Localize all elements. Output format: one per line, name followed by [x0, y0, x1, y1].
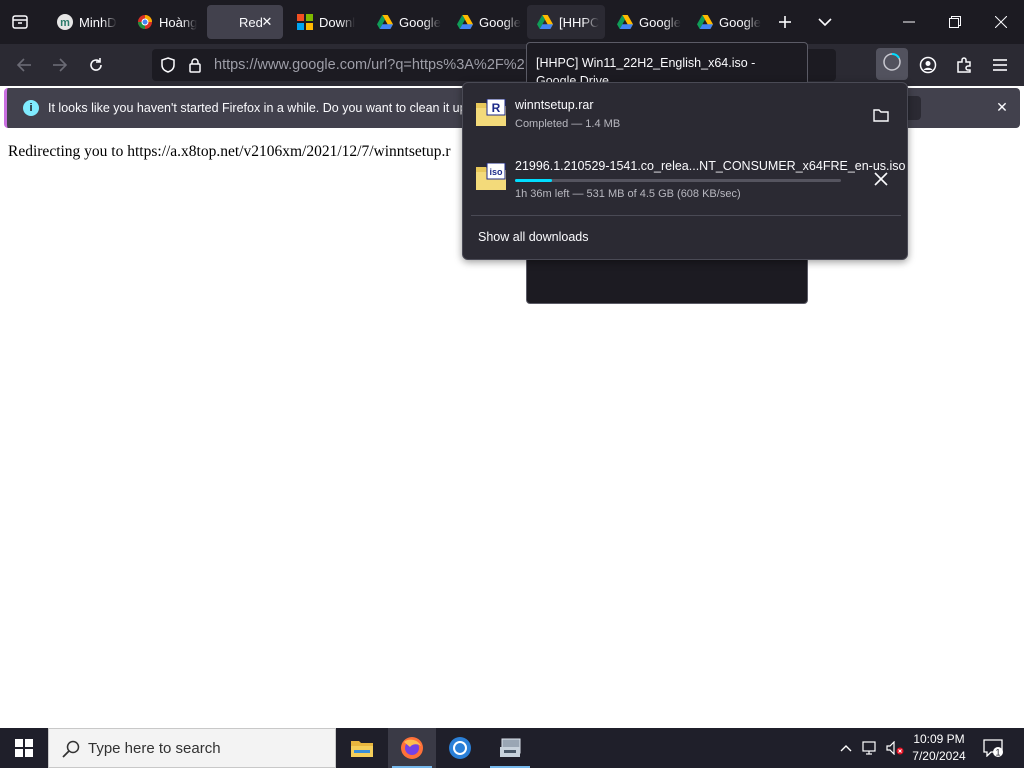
m-circle-icon: m — [57, 14, 73, 30]
iso-file-icon: iso — [475, 162, 507, 191]
svg-text:m: m — [60, 17, 70, 29]
tab-redirect[interactable]: Red ✕ — [207, 5, 283, 39]
tab-title: Google — [479, 14, 521, 30]
google-drive-icon — [537, 14, 553, 30]
hamburger-menu-icon[interactable] — [986, 51, 1014, 79]
downloads-button[interactable] — [876, 48, 908, 80]
tab-minhd[interactable]: m MinhD — [47, 5, 125, 39]
search-placeholder: Type here to search — [88, 740, 221, 757]
installer-taskbar-icon[interactable] — [486, 728, 534, 768]
close-tab-icon[interactable]: ✕ — [259, 14, 275, 30]
reload-icon[interactable] — [82, 51, 110, 79]
google-drive-icon — [457, 14, 473, 30]
extensions-puzzle-icon[interactable] — [950, 51, 978, 79]
taskbar-search-box[interactable]: Type here to search — [48, 728, 336, 768]
tab-google-drive[interactable]: Google — [447, 5, 525, 39]
clock-date: 7/20/2024 — [912, 749, 966, 763]
download-item[interactable]: R winntsetup.rar Completed — 1.4 MB — [463, 91, 907, 151]
tab-google-drive[interactable]: Google — [367, 5, 445, 39]
restore-icon[interactable] — [932, 0, 978, 44]
show-all-downloads-button[interactable]: Show all downloads — [478, 230, 589, 244]
new-tab-icon[interactable] — [771, 8, 799, 36]
tab-google-drive[interactable]: Google — [687, 5, 765, 39]
firefox-view-icon[interactable] — [6, 8, 34, 36]
download-progress-fill — [515, 179, 553, 182]
close-notification-icon[interactable]: ✕ — [993, 98, 1011, 116]
tab-google-drive[interactable]: Google — [607, 5, 685, 39]
tab-title: Google — [399, 14, 441, 30]
list-all-tabs-icon[interactable] — [811, 8, 839, 36]
download-filename: winntsetup.rar — [515, 98, 594, 112]
close-window-icon[interactable] — [978, 0, 1024, 44]
chrome-like-icon — [137, 14, 153, 30]
svg-text:1: 1 — [995, 748, 1000, 758]
network-icon[interactable] — [860, 728, 882, 768]
windows-taskbar: Type here to search 10:09 PM 7/20/2024 1 — [0, 728, 1024, 768]
lock-icon[interactable] — [188, 57, 202, 78]
action-center-icon[interactable]: 1 — [980, 728, 1006, 768]
tab-hoang[interactable]: Hoàng — [127, 5, 205, 39]
tab-title: [HHPC — [559, 14, 600, 30]
redirect-message: Redirecting you to https://a.x8top.net/v… — [8, 143, 451, 160]
tab-hhpc[interactable]: [HHPC — [527, 5, 605, 39]
taskbar-clock[interactable]: 10:09 PM 7/20/2024 — [904, 731, 974, 765]
info-icon: i — [23, 100, 39, 116]
file-explorer-icon[interactable] — [338, 728, 386, 768]
url-text[interactable]: https://www.google.com/url?q=https%3A%2F… — [214, 57, 534, 73]
panel-divider — [471, 215, 901, 216]
browser-taskbar-icon[interactable] — [436, 728, 484, 768]
download-status: 1h 36m left — 531 MB of 4.5 GB (608 KB/s… — [515, 188, 741, 200]
navigation-toolbar: https://www.google.com/url?q=https%3A%2F… — [0, 44, 1024, 86]
tab-title: Hoàng — [159, 14, 198, 30]
downloads-panel: R winntsetup.rar Completed — 1.4 MB iso … — [462, 82, 908, 260]
download-progress-bar — [515, 179, 841, 182]
folder-icon[interactable] — [867, 101, 895, 129]
download-status: Completed — 1.4 MB — [515, 118, 621, 130]
google-drive-icon — [697, 14, 713, 30]
show-hidden-icons-chevron-icon[interactable] — [836, 728, 856, 768]
cancel-download-icon[interactable] — [867, 165, 895, 193]
svg-text:iso: iso — [489, 167, 503, 177]
search-icon — [62, 740, 80, 763]
download-progress-icon — [882, 52, 902, 77]
minimize-icon[interactable] — [886, 0, 932, 44]
account-icon[interactable] — [914, 51, 942, 79]
windows-start-icon[interactable] — [0, 728, 48, 768]
firefox-taskbar-icon[interactable] — [388, 728, 436, 768]
tab-title: MinhD — [79, 14, 117, 30]
tab-title: Google — [639, 14, 681, 30]
google-drive-icon — [617, 14, 633, 30]
clock-time: 10:09 PM — [913, 732, 965, 746]
forward-arrow-icon[interactable] — [46, 51, 74, 79]
blank-icon — [217, 14, 233, 30]
windows-logo-icon — [297, 14, 313, 30]
svg-text:R: R — [492, 101, 501, 115]
volume-muted-icon[interactable] — [884, 728, 906, 768]
tab-title: Downl — [319, 14, 356, 30]
tracking-protection-shield-icon[interactable] — [160, 57, 176, 78]
tab-download[interactable]: Downl — [287, 5, 365, 39]
tab-title: Google — [719, 14, 761, 30]
google-drive-icon — [377, 14, 393, 30]
download-filename: 21996.1.210529-1541.co_relea...NT_CONSUM… — [515, 159, 906, 173]
notification-message: It looks like you haven't started Firefo… — [48, 101, 485, 115]
tab-strip: m MinhD Hoàng Red ✕ Downl Google Google — [0, 0, 1024, 44]
back-arrow-icon[interactable] — [10, 51, 38, 79]
rar-file-icon: R — [475, 98, 507, 127]
